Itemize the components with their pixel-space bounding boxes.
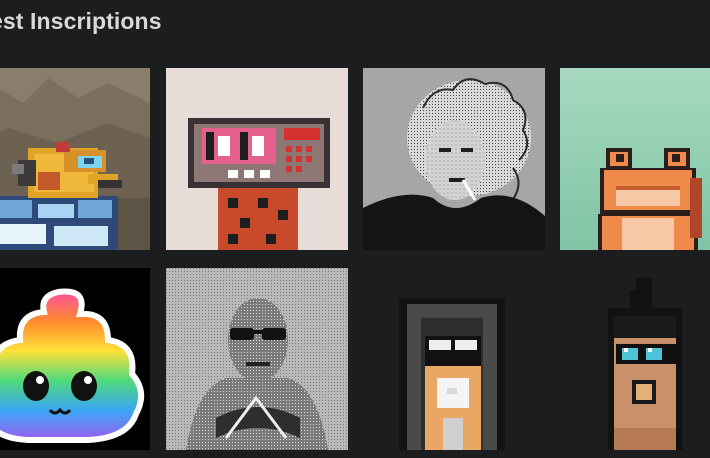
inscription-card[interactable] (166, 68, 348, 250)
pixel-dragon-image (0, 68, 150, 250)
pixel-frog-image (560, 68, 710, 250)
inscription-card[interactable] (560, 268, 710, 450)
rainbow-poop-image (0, 268, 150, 450)
inscription-card[interactable] (166, 268, 348, 450)
inscription-card[interactable] (0, 268, 150, 450)
pixel-hooded-image (363, 268, 545, 450)
dithered-portrait-image (363, 68, 545, 250)
inscription-card[interactable] (0, 68, 150, 250)
pixel-robot-image (166, 68, 348, 250)
inscription-card[interactable] (363, 268, 545, 450)
inscriptions-grid (0, 0, 710, 458)
inscription-card[interactable] (560, 68, 710, 250)
inscription-card[interactable] (363, 68, 545, 250)
dithered-man-image (166, 268, 348, 450)
pixel-punk-image (560, 268, 710, 450)
latest-inscriptions-page: est Inscriptions (0, 0, 710, 458)
